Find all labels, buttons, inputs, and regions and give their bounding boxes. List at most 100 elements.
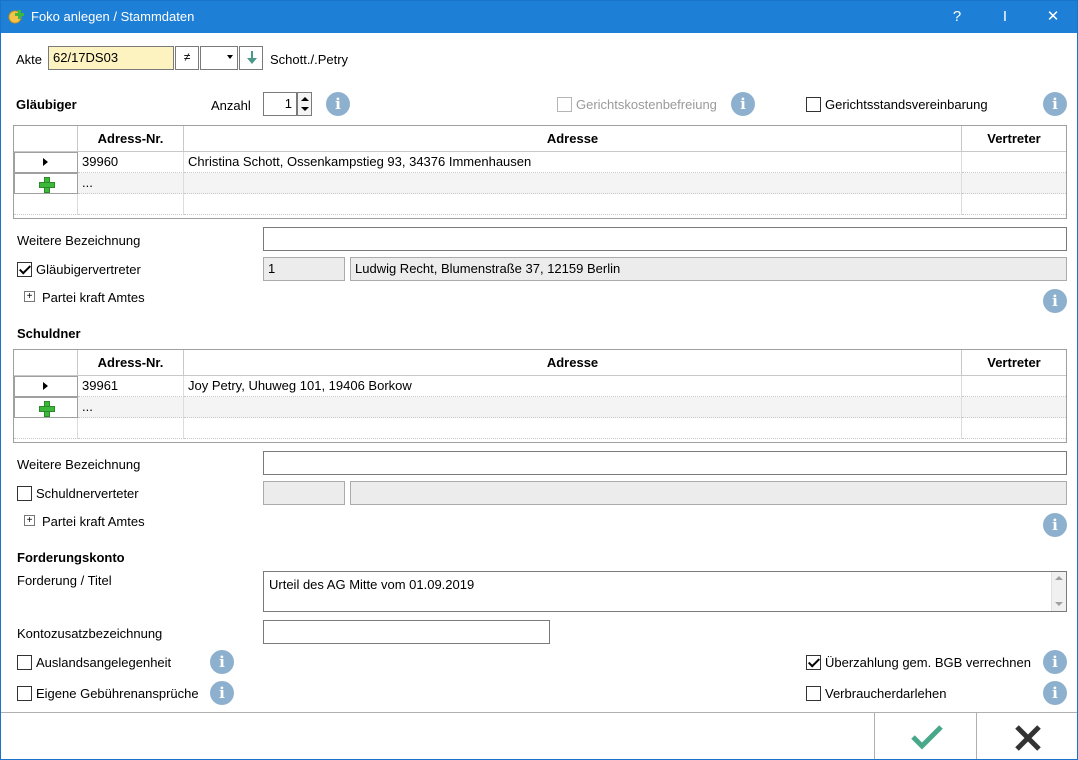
info-icon[interactable]: i xyxy=(210,681,234,705)
scroll-up-icon[interactable] xyxy=(1055,576,1063,580)
empty-row xyxy=(962,418,1066,439)
schuldnervertreter-nr[interactable] xyxy=(263,481,345,505)
spin-up-icon[interactable] xyxy=(301,97,309,101)
new-row-cell[interactable] xyxy=(962,397,1066,418)
arrow-down-icon xyxy=(247,51,257,64)
window-title: Foko anlegen / Stammdaten xyxy=(31,9,195,24)
gerichtskostenbefreiung-checkbox[interactable] xyxy=(557,97,572,112)
cell-adresse[interactable]: Christina Schott, Ossenkampstieg 93, 343… xyxy=(184,152,962,173)
col-header-vertreter[interactable]: Vertreter xyxy=(962,350,1066,376)
expand-icon[interactable]: + xyxy=(24,291,35,302)
schuldner-partei-label[interactable]: Partei kraft Amtes xyxy=(42,514,145,529)
verbraucherdarlehen-checkbox[interactable] xyxy=(806,686,821,701)
col-header-vertreter[interactable]: Vertreter xyxy=(962,126,1066,152)
forderung-heading: Forderungskonto xyxy=(17,550,125,565)
spin-down-icon[interactable] xyxy=(301,107,309,111)
kontozusatz-input[interactable] xyxy=(263,620,550,644)
anzahl-spinner[interactable] xyxy=(297,92,312,116)
info-icon[interactable]: i xyxy=(1043,681,1067,705)
add-row-button[interactable] xyxy=(14,173,78,194)
textarea-scrollbar[interactable] xyxy=(1051,572,1066,611)
glaeubiger-weitere-input[interactable] xyxy=(263,227,1067,251)
cancel-button[interactable] xyxy=(976,713,1077,759)
ok-button[interactable] xyxy=(874,713,976,759)
cell-vertreter[interactable] xyxy=(962,152,1066,173)
row-selector[interactable] xyxy=(14,152,78,173)
schuldnervertreter-checkbox[interactable] xyxy=(17,486,32,501)
new-row-cell[interactable] xyxy=(184,173,962,194)
info-icon[interactable]: i xyxy=(210,650,234,674)
glaeubiger-weitere-label: Weitere Bezeichnung xyxy=(17,233,141,248)
info-icon[interactable]: i xyxy=(1043,513,1067,537)
ueberzahlung-checkbox[interactable] xyxy=(806,655,821,670)
glaeubigervertreter-nr[interactable]: 1 xyxy=(263,257,345,281)
akte-input[interactable]: 62/17DS03 xyxy=(48,46,174,70)
info-icon[interactable]: i xyxy=(1043,650,1067,674)
minimize-button[interactable]: I xyxy=(982,1,1028,33)
auslandsangelegenheit-checkbox[interactable] xyxy=(17,655,32,670)
info-icon[interactable]: i xyxy=(1043,289,1067,313)
cell-adress-nr[interactable]: 39960 xyxy=(78,152,184,173)
col-header-adress-nr[interactable]: Adress-Nr. xyxy=(78,350,184,376)
col-header-adresse[interactable]: Adresse xyxy=(184,350,962,376)
grid-corner xyxy=(14,350,78,376)
schuldner-weitere-label: Weitere Bezeichnung xyxy=(17,457,141,472)
empty-row xyxy=(962,194,1066,215)
empty-row xyxy=(14,418,78,439)
glaeubiger-partei-label[interactable]: Partei kraft Amtes xyxy=(42,290,145,305)
new-row-cell[interactable] xyxy=(184,397,962,418)
gebuehrenansprueche-label: Eigene Gebührenansprüche xyxy=(36,686,199,701)
row-pointer-icon xyxy=(43,158,48,166)
app-icon xyxy=(8,10,24,24)
akte-load-button[interactable] xyxy=(239,46,263,70)
empty-row xyxy=(184,418,962,439)
col-header-adress-nr[interactable]: Adress-Nr. xyxy=(78,126,184,152)
col-header-adresse[interactable]: Adresse xyxy=(184,126,962,152)
kontozusatz-label: Kontozusatzbezeichnung xyxy=(17,626,163,641)
cell-vertreter[interactable] xyxy=(962,376,1066,397)
empty-row xyxy=(184,194,962,215)
add-row-button[interactable] xyxy=(14,397,78,418)
info-icon[interactable]: i xyxy=(731,92,755,116)
glaeubiger-heading: Gläubiger xyxy=(16,97,77,112)
new-row-cell[interactable]: ... xyxy=(78,173,184,194)
akte-label: Akte xyxy=(16,52,43,67)
add-icon xyxy=(39,401,55,417)
chevron-down-icon xyxy=(227,55,233,59)
info-icon[interactable]: i xyxy=(1043,92,1067,116)
new-row-cell[interactable]: ... xyxy=(78,397,184,418)
forderung-titel-text: Urteil des AG Mitte vom 01.09.2019 xyxy=(269,577,475,592)
schuldnervertreter-label: Schuldnerverteter xyxy=(36,486,139,501)
akte-parties: Schott./.Petry xyxy=(270,52,349,67)
help-button[interactable]: ? xyxy=(934,1,980,33)
dialog-window: Foko anlegen / Stammdaten ? I ✕ Akte 62/… xyxy=(0,0,1078,760)
verbraucherdarlehen-label: Verbraucherdarlehen xyxy=(825,686,947,701)
info-icon[interactable]: i xyxy=(326,92,350,116)
add-icon xyxy=(39,177,55,193)
gebuehrenansprueche-checkbox[interactable] xyxy=(17,686,32,701)
glaeubigervertreter-adresse[interactable]: Ludwig Recht, Blumenstraße 37, 12159 Ber… xyxy=(350,257,1067,281)
forderung-titel-textarea[interactable]: Urteil des AG Mitte vom 01.09.2019 xyxy=(263,571,1067,612)
gerichtsstandsvereinbarung-checkbox[interactable] xyxy=(806,97,821,112)
schuldner-grid: Adress-Nr. Adresse Vertreter 39961 Joy P… xyxy=(13,349,1067,443)
empty-row xyxy=(14,194,78,215)
schuldnervertreter-adresse[interactable] xyxy=(350,481,1067,505)
schuldner-weitere-input[interactable] xyxy=(263,451,1067,475)
checkmark-icon xyxy=(911,725,943,750)
akte-dropdown[interactable] xyxy=(200,46,238,70)
auslandsangelegenheit-label: Auslandsangelegenheit xyxy=(36,655,172,670)
scroll-down-icon[interactable] xyxy=(1055,602,1063,606)
expand-icon[interactable]: + xyxy=(24,515,35,526)
row-selector[interactable] xyxy=(14,376,78,397)
title-bar: Foko anlegen / Stammdaten ? I ✕ xyxy=(1,1,1077,33)
close-window-button[interactable]: ✕ xyxy=(1030,1,1076,33)
new-row-cell[interactable] xyxy=(962,173,1066,194)
anzahl-input[interactable]: 1 xyxy=(263,92,297,116)
akte-mark-button[interactable]: ≠ xyxy=(175,46,199,70)
cell-adress-nr[interactable]: 39961 xyxy=(78,376,184,397)
glaeubigervertreter-checkbox[interactable] xyxy=(17,262,32,277)
ueberzahlung-label: Überzahlung gem. BGB verrechnen xyxy=(825,655,1031,670)
empty-row xyxy=(78,418,184,439)
cell-adresse[interactable]: Joy Petry, Uhuweg 101, 19406 Borkow xyxy=(184,376,962,397)
anzahl-label: Anzahl xyxy=(211,98,251,113)
